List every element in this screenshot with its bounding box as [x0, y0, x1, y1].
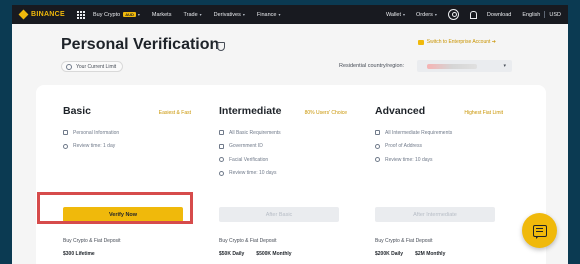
- briefcase-icon: [417, 39, 424, 45]
- deposit-limit-value: $50K Daily: [219, 251, 245, 257]
- shield-icon: [217, 42, 225, 51]
- chevron-down-icon: ▾: [278, 12, 281, 17]
- country-region-select[interactable]: ▾: [417, 60, 512, 72]
- nav-currency[interactable]: USD: [549, 12, 561, 18]
- nav-trade[interactable]: Trade ▾: [183, 12, 201, 18]
- nav-divider: [544, 11, 546, 18]
- deposit-limit-label: Buy Crypto & Fiat Deposit: [375, 238, 433, 244]
- requirement-item: Review time: 1 day: [63, 140, 191, 154]
- switch-enterprise-link[interactable]: Switch to Enterprise Account ➔: [417, 39, 496, 45]
- requirement-item: All Intermediate Requirements: [375, 126, 503, 140]
- id-card-icon: [63, 130, 68, 136]
- aud-badge: AUD: [123, 12, 136, 17]
- checklist-icon: [219, 130, 224, 136]
- after-basic-button[interactable]: After Basic: [219, 207, 339, 222]
- nav-finance[interactable]: Finance ▾: [257, 12, 281, 18]
- face-icon: [219, 157, 224, 163]
- chevron-down-icon: ▾: [137, 12, 140, 17]
- nav-download[interactable]: Download: [487, 12, 511, 18]
- after-intermediate-button[interactable]: After Intermediate: [375, 207, 495, 222]
- requirement-item: Review time: 10 days: [375, 153, 503, 167]
- nav-buy-crypto[interactable]: Buy Crypto AUD ▾: [93, 12, 140, 18]
- clock-icon: [219, 170, 224, 176]
- nav-markets[interactable]: Markets: [152, 12, 172, 18]
- switch-enterprise-label: Switch to Enterprise Account ➔: [426, 39, 496, 45]
- requirement-item: Facial Verification: [219, 153, 347, 167]
- apps-grid-icon[interactable]: [77, 10, 85, 19]
- location-pin-icon: [375, 143, 380, 149]
- tier-tag: 80% Users' Choice: [304, 110, 347, 116]
- chevron-down-icon: ▾: [503, 63, 506, 69]
- nav-orders[interactable]: Orders ▾: [416, 12, 437, 18]
- chevron-down-icon: ▾: [403, 12, 406, 17]
- deposit-limit-value: $500K Monthly: [256, 251, 292, 257]
- id-card-icon: [219, 143, 224, 149]
- clock-icon: [63, 143, 68, 149]
- deposit-limit-value: $2M Monthly: [415, 251, 446, 257]
- chat-icon: [532, 224, 547, 237]
- tier-intermediate: Intermediate 80% Users' Choice All Basic…: [219, 105, 347, 180]
- user-profile-icon[interactable]: [447, 9, 459, 20]
- tier-advanced: Advanced Highest Fiat Limit All Intermed…: [375, 105, 503, 167]
- top-nav: BINANCE Buy Crypto AUD ▾ Markets Trade ▾…: [12, 5, 568, 24]
- tier-tag: Easiest & Fast: [158, 110, 191, 116]
- chevron-down-icon: ▾: [199, 12, 202, 17]
- tier-title: Basic: [63, 105, 92, 117]
- binance-logo[interactable]: BINANCE: [18, 9, 65, 20]
- current-limit-label: Your Current Limit: [76, 63, 117, 70]
- nav-orders-label: Orders: [416, 11, 433, 18]
- current-limit-button[interactable]: Your Current Limit: [61, 61, 124, 72]
- nav-language[interactable]: English: [522, 12, 540, 18]
- nav-wallet-label: Wallet: [385, 11, 402, 18]
- bell-icon[interactable]: [469, 10, 477, 19]
- chevron-down-icon: ▾: [434, 12, 437, 17]
- nav-markets-label: Markets: [151, 11, 172, 18]
- deposit-limit-label: Buy Crypto & Fiat Deposit: [63, 238, 121, 244]
- verify-now-highlight: [37, 192, 193, 224]
- deposit-limit-value: $300 Lifetime: [63, 251, 95, 257]
- nav-derivatives[interactable]: Derivatives ▾: [214, 12, 245, 18]
- nav-trade-label: Trade: [183, 11, 198, 18]
- requirement-item: Personal Information: [63, 126, 191, 140]
- logo-text: BINANCE: [31, 11, 65, 18]
- checklist-icon: [375, 130, 380, 136]
- nav-wallet[interactable]: Wallet ▾: [386, 12, 405, 18]
- tier-title: Advanced: [375, 105, 426, 117]
- verification-levels-card: Basic Easiest & Fast Personal Informatio…: [36, 85, 546, 264]
- requirement-item: Proof of Address: [375, 140, 503, 154]
- binance-logo-icon: [18, 9, 29, 20]
- nav-finance-label: Finance: [256, 11, 277, 18]
- deposit-limit-value: $200K Daily: [375, 251, 404, 257]
- deposit-limit-values: $200K Daily $2M Monthly: [375, 251, 457, 257]
- page-title: Personal Verification: [61, 36, 220, 53]
- tier-basic: Basic Easiest & Fast Personal Informatio…: [63, 105, 191, 153]
- info-icon: [66, 64, 72, 70]
- tier-tag: Highest Fiat Limit: [464, 110, 503, 116]
- requirement-item: Government ID: [219, 140, 347, 154]
- country-value-redacted: [427, 63, 477, 69]
- tier-title: Intermediate: [219, 105, 282, 117]
- deposit-limit-values: $50K Daily $500K Monthly: [219, 251, 304, 257]
- deposit-limit-label: Buy Crypto & Fiat Deposit: [219, 238, 277, 244]
- deposit-limit-values: $300 Lifetime: [63, 251, 107, 257]
- clock-icon: [375, 157, 380, 163]
- chevron-down-icon: ▾: [242, 12, 245, 17]
- app-frame: BINANCE Buy Crypto AUD ▾ Markets Trade ▾…: [12, 5, 568, 264]
- requirement-item: Review time: 10 days: [219, 167, 347, 181]
- support-chat-button[interactable]: [522, 213, 557, 248]
- nav-derivatives-label: Derivatives: [213, 11, 241, 18]
- country-region-label: Residential country/region:: [339, 63, 405, 69]
- requirement-item: All Basic Requirements: [219, 126, 347, 140]
- nav-buy-crypto-label: Buy Crypto: [93, 11, 121, 18]
